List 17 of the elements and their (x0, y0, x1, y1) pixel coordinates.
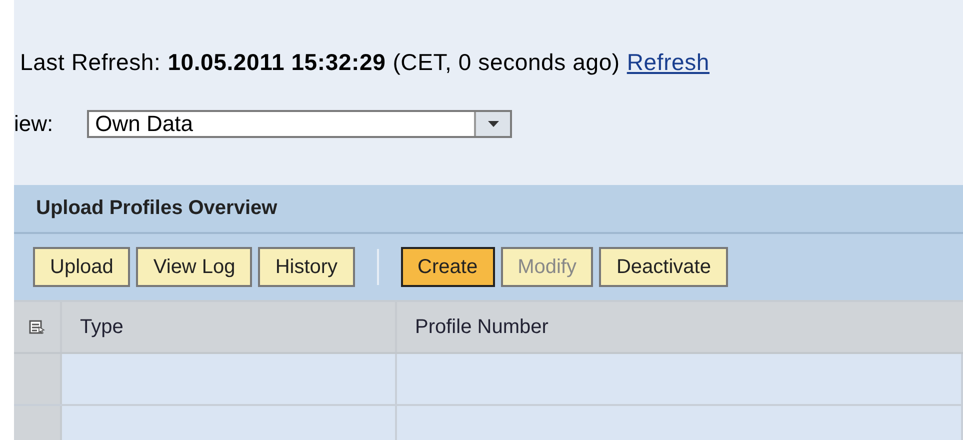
panel-title: Upload Profiles Overview (36, 197, 278, 220)
row-selector[interactable] (14, 354, 62, 404)
column-settings-icon[interactable] (29, 320, 45, 334)
column-header[interactable]: Profile Number (397, 302, 963, 352)
dropdown-arrow-icon (488, 121, 499, 127)
toolbar-button[interactable]: Create (400, 247, 495, 287)
refresh-link[interactable]: Refresh (626, 49, 710, 76)
toolbar-button[interactable]: View Log (136, 247, 252, 287)
view-dropdown[interactable]: Own Data (87, 110, 512, 138)
refresh-timestamp: 10.05.2011 15:32:29 (168, 49, 386, 76)
view-label: iew: (14, 111, 54, 137)
toolbar-button[interactable]: Upload (33, 247, 130, 287)
toolbar-button[interactable]: Deactivate (599, 247, 728, 287)
column-header[interactable]: Type (62, 302, 397, 352)
toolbar-button[interactable]: History (258, 247, 355, 287)
refresh-note: (CET, 0 seconds ago) (392, 49, 620, 76)
refresh-label: Last Refresh: (20, 49, 161, 76)
